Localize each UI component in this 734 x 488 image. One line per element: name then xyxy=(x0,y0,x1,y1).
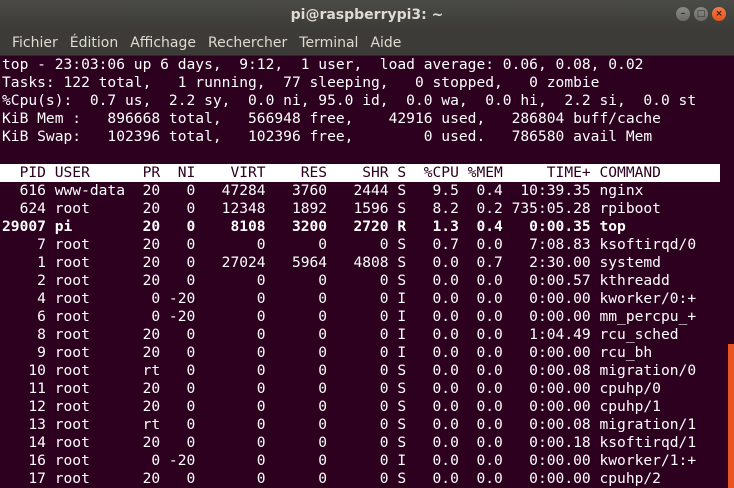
menu-bar: Fichier Édition Affichage Rechercher Ter… xyxy=(0,30,734,56)
process-row: 6 root 0 -20 0 0 0 I 0.0 0.0 0:00.00 mm_… xyxy=(2,308,697,325)
mem-summary-line: KiB Mem : 896668 total, 566948 free, 429… xyxy=(2,110,661,127)
process-row: 13 root rt 0 0 0 0 S 0.0 0.0 0:00.08 mig… xyxy=(2,416,697,433)
process-row: 17 root 20 0 0 0 0 S 0.0 0.0 0:00.00 cpu… xyxy=(2,470,661,487)
process-row: 8 root 20 0 0 0 0 I 0.0 0.0 1:04.49 rcu_… xyxy=(2,326,679,343)
terminal-window: pi@raspberrypi3: ~ – □ × Fichier Édition… xyxy=(0,0,734,488)
process-row: 7 root 20 0 0 0 0 S 0.7 0.0 7:08.83 ksof… xyxy=(2,236,697,253)
top-summary-line: top - 23:03:06 up 6 days, 9:12, 1 user, … xyxy=(2,56,644,73)
menu-edition[interactable]: Édition xyxy=(64,35,124,51)
process-row: 11 root 20 0 0 0 0 S 0.0 0.0 0:00.00 cpu… xyxy=(2,380,661,397)
process-row: 10 root rt 0 0 0 0 S 0.0 0.0 0:00.08 mig… xyxy=(2,362,697,379)
process-row: 9 root 20 0 0 0 0 I 0.0 0.0 0:00.00 rcu_… xyxy=(2,344,653,361)
menu-terminal[interactable]: Terminal xyxy=(293,35,364,51)
process-row: 12 root 20 0 0 0 0 S 0.0 0.0 0:00.00 cpu… xyxy=(2,398,661,415)
process-table-header: PID USER PR NI VIRT RES SHR S %CPU %MEM … xyxy=(0,164,720,182)
process-list: 616 www-data 20 0 47284 3760 2444 S 9.5 … xyxy=(0,182,734,488)
minimize-icon[interactable]: – xyxy=(676,7,690,21)
maximize-icon[interactable]: □ xyxy=(694,7,708,21)
menu-aide[interactable]: Aide xyxy=(364,35,407,51)
process-row: 2 root 20 0 0 0 0 S 0.0 0.0 0:00.57 kthr… xyxy=(2,272,670,289)
title-bar[interactable]: pi@raspberrypi3: ~ – □ × xyxy=(0,0,734,30)
close-icon[interactable]: × xyxy=(712,7,726,21)
window-title: pi@raspberrypi3: ~ xyxy=(290,7,444,23)
tasks-summary-line: Tasks: 122 total, 1 running, 77 sleeping… xyxy=(2,74,600,91)
terminal-output[interactable]: top - 23:03:06 up 6 days, 9:12, 1 user, … xyxy=(0,56,734,488)
process-row: 616 www-data 20 0 47284 3760 2444 S 9.5 … xyxy=(2,182,644,199)
process-row: 14 root 20 0 0 0 0 S 0.0 0.0 0:00.18 kso… xyxy=(2,434,697,451)
menu-affichage[interactable]: Affichage xyxy=(124,35,202,51)
cpu-summary-line: %Cpu(s): 0.7 us, 2.2 sy, 0.0 ni, 95.0 id… xyxy=(2,92,697,109)
swap-summary-line: KiB Swap: 102396 total, 102396 free, 0 u… xyxy=(2,128,653,145)
process-row: 1 root 20 0 27024 5964 4808 S 0.0 0.7 2:… xyxy=(2,254,661,271)
process-row: 16 root 0 -20 0 0 0 I 0.0 0.0 0:00.00 kw… xyxy=(2,452,697,469)
process-row: 624 root 20 0 12348 1892 1596 S 8.2 0.2 … xyxy=(2,200,661,217)
window-controls: – □ × xyxy=(676,7,726,21)
scrollbar-thumb[interactable] xyxy=(728,344,734,488)
process-row: 4 root 0 -20 0 0 0 I 0.0 0.0 0:00.00 kwo… xyxy=(2,290,697,307)
scrollbar[interactable] xyxy=(728,56,734,488)
menu-rechercher[interactable]: Rechercher xyxy=(202,35,293,51)
menu-fichier[interactable]: Fichier xyxy=(6,35,64,51)
process-row: 29007 pi 20 0 8108 3200 2720 R 1.3 0.4 0… xyxy=(2,218,626,235)
